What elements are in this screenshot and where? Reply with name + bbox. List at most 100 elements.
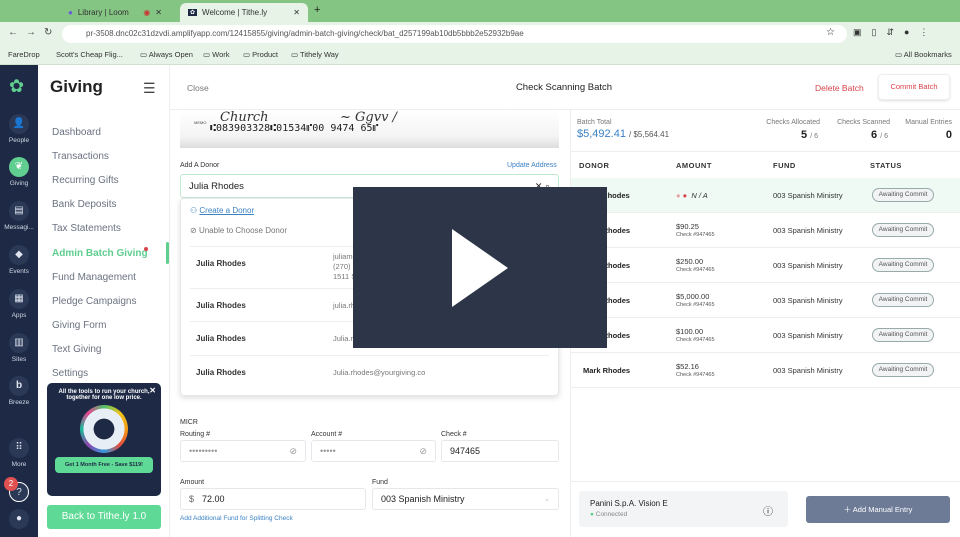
rail-label: More [11, 461, 27, 468]
bookmark[interactable]: ▭ Always Open [140, 50, 193, 59]
page-title: Check Scanning Batch [515, 82, 613, 93]
bookmark[interactable]: FareDrop [8, 50, 40, 59]
routing-input[interactable]: ••••••••• ⊘ [180, 440, 306, 462]
sidebar-item-text-giving[interactable]: Text Giving [52, 344, 101, 355]
eye-off-icon[interactable]: ⊘ [289, 446, 297, 457]
check-number: Check #947465 [676, 267, 715, 273]
check-number: Check #947465 [676, 302, 715, 308]
sidebar-item-bank-deposits[interactable]: Bank Deposits [52, 199, 116, 210]
amount-input[interactable]: $72.00 [180, 488, 366, 510]
donor-result[interactable]: Julia Rhodes Julia.rhodes@yourgiving.co [190, 355, 549, 389]
url-input[interactable]: pr-3508.dnc02c31dzvdi.amplifyapp.com/124… [62, 25, 847, 43]
eye-off-icon[interactable]: ⊘ [419, 446, 427, 457]
create-donor-link[interactable]: ⚇ Create a Donor [190, 206, 254, 215]
update-address-link[interactable]: Update Address [507, 162, 557, 169]
rail-events[interactable]: ◆ Events [0, 245, 38, 275]
amount-cell: $5,000.00 Check #947465 [676, 292, 715, 308]
tithely-logo-icon: ✿ [9, 76, 25, 96]
delete-batch-button[interactable]: Delete Batch [815, 83, 864, 93]
sidebar-item-settings[interactable]: Settings [52, 368, 88, 379]
sidebar-item-fund-management[interactable]: Fund Management [52, 272, 136, 283]
apps-icon: ▦ [9, 289, 29, 309]
extension-icons[interactable]: ▣▯⇵●⋮ [853, 27, 938, 38]
split-fund-link[interactable]: Add Additional Fund for Splitting Check [180, 515, 293, 522]
rail-messaging[interactable]: ▤ Messagi... [0, 201, 38, 231]
sidebar-item-pledge-campaigns[interactable]: Pledge Campaigns [52, 296, 137, 307]
video-play-overlay[interactable] [353, 187, 607, 348]
bookmark[interactable]: ▭ Product [243, 50, 278, 59]
sidebar-item-admin-batch-giving[interactable]: Admin Batch Giving [52, 248, 148, 259]
plus-icon: ＋ [843, 505, 852, 514]
status-badge: Awaiting Commit [872, 328, 934, 342]
back-to-tithely-button[interactable]: Back to Tithe.ly 1.0 [47, 505, 161, 529]
bookmark-star-icon[interactable]: ☆ [826, 27, 835, 38]
close-tab-icon[interactable]: ✕ [293, 8, 300, 17]
profile-button[interactable]: ● [0, 509, 38, 532]
sites-icon: ▥ [9, 333, 29, 353]
table-row[interactable]: Mark Rhodes$100.00Check #947465003 Spani… [571, 318, 960, 353]
hamburger-menu-icon[interactable]: ☰ [143, 80, 156, 97]
rail-people[interactable]: 👤 People [0, 114, 38, 144]
amount-value: $90.25 [676, 222, 699, 231]
check-memo: MEMO [194, 120, 207, 125]
tab-loom[interactable]: ● Library | Loom ◉ ✕ [60, 3, 170, 22]
table-row[interactable]: Julia Rhodes● ● N / A003 Spanish Ministr… [571, 178, 960, 213]
amount-value: $5,000.00 [676, 292, 710, 301]
add-donor-label: Add A Donor [180, 162, 220, 169]
promo-cta-button[interactable]: Get 1 Month Free - Save $119! [55, 457, 153, 473]
sidebar-item-dashboard[interactable]: Dashboard [52, 127, 101, 138]
commit-batch-button[interactable]: Commit Batch [878, 74, 950, 100]
sidebar-item-recurring-gifts[interactable]: Recurring Gifts [52, 175, 119, 186]
bookmark-label: Tithely Way [300, 50, 339, 59]
amount-value: $250.00 [676, 257, 704, 266]
close-tab-icon[interactable]: ✕ [155, 8, 162, 17]
status-badge: Awaiting Commit [872, 258, 934, 272]
donor-result-detail: Julia.rhodes@yourgiving.co [333, 368, 426, 377]
column-header-fund: FUND [773, 161, 796, 170]
breeze-icon: b [9, 376, 29, 396]
checks-allocated-label: Checks Allocated [766, 119, 820, 126]
sidebar-title: Giving [50, 77, 103, 96]
bookmark[interactable]: ▭ Tithely Way [291, 50, 339, 59]
info-icon[interactable]: ⓘ [763, 503, 773, 518]
amount-cell: $100.00 Check #947465 [676, 327, 715, 343]
fund-label: Fund [372, 479, 388, 486]
tab-tithely[interactable]: ✿ Welcome | Tithe.ly ✕ [180, 3, 308, 22]
sidebar-item-tax-statements[interactable]: Tax Statements [52, 223, 121, 234]
play-icon[interactable] [452, 229, 508, 307]
account-input[interactable]: ••••• ⊘ [311, 440, 436, 462]
table-row[interactable]: Mark Rhodes$5,000.00Check #947465003 Spa… [571, 283, 960, 318]
check-number: Check #947465 [676, 372, 715, 378]
unable-to-choose-donor[interactable]: ⊘ Unable to Choose Donor [190, 226, 287, 235]
amount-cell: ● ● N / A [676, 191, 708, 200]
rail-more[interactable]: ⠿ More [0, 438, 38, 468]
donor-name: Mark Rhodes [583, 366, 631, 375]
table-row[interactable]: Mark Rhodes$90.25Check #947465003 Spanis… [571, 213, 960, 248]
sidebar-item-giving-form[interactable]: Giving Form [52, 320, 106, 331]
bookmark-label: Work [212, 50, 230, 59]
checks-scanned-label: Checks Scanned [837, 119, 890, 126]
rail-sites[interactable]: ▥ Sites [0, 333, 38, 363]
table-row[interactable]: Mark Rhodes $52.16 Check #947465 003 Spanis… [571, 353, 960, 388]
rail-giving[interactable]: ❦ Giving [0, 157, 38, 187]
add-manual-entry-button[interactable]: ＋ Add Manual Entry [806, 496, 950, 523]
check-number-input[interactable]: 947465 [441, 440, 559, 462]
sidebar-item-transactions[interactable]: Transactions [52, 151, 109, 162]
rail-breeze[interactable]: b Breeze [0, 376, 38, 406]
promo-card[interactable]: All the tools to run your church, togeth… [47, 383, 161, 496]
close-icon[interactable]: ✕ [149, 386, 156, 395]
bookmark[interactable]: Scott's Cheap Flig... [56, 50, 123, 59]
new-tab-button[interactable]: + [314, 4, 320, 16]
nav-buttons[interactable]: ←→↻ [8, 27, 60, 38]
fund-cell: 003 Spanish Ministry [773, 366, 843, 375]
bookmark[interactable]: ▭ Work [203, 50, 230, 59]
rail-apps[interactable]: ▦ Apps [0, 289, 38, 319]
status-dot: ● [682, 191, 688, 200]
table-row[interactable]: Mark Rhodes$250.00Check #947465003 Spani… [571, 248, 960, 283]
close-button[interactable]: Close [187, 83, 209, 93]
tab-title: Library | Loom [77, 8, 129, 17]
fund-select[interactable]: 003 Spanish Ministry ⌄ [372, 488, 559, 510]
manual-entries-label: Manual Entries [905, 119, 952, 126]
currency-symbol: $ [189, 494, 195, 504]
all-bookmarks[interactable]: ▭ All Bookmarks [895, 50, 952, 59]
